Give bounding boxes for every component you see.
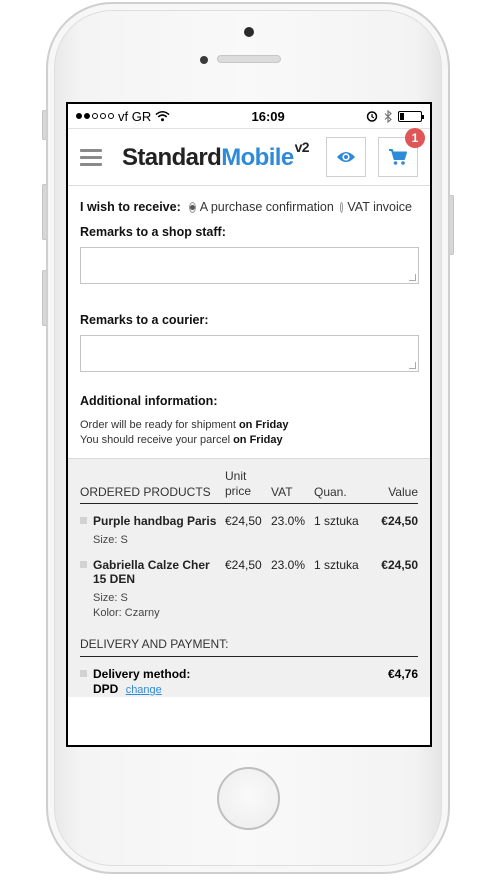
home-button[interactable] — [217, 767, 280, 830]
status-time: 16:09 — [251, 108, 285, 124]
remarks-shop-label: Remarks to a shop staff: — [80, 225, 226, 239]
checkout-form: I wish to receive: A purchase confirmati… — [68, 186, 430, 458]
menu-icon[interactable] — [80, 148, 102, 166]
preview-button[interactable] — [326, 137, 366, 177]
alarm-icon — [366, 111, 378, 122]
table-row: Gabriella Calze Cher 15 DEN Size: S Kolo… — [80, 548, 418, 621]
signal-strength — [76, 113, 114, 119]
quantity: 1 sztuka — [314, 514, 359, 528]
bullet-icon — [80, 670, 87, 677]
col-products: ORDERED PRODUCTS — [80, 485, 211, 499]
eye-icon — [337, 152, 355, 162]
unit-price: €24,50 — [225, 558, 262, 572]
delivery-price: €4,76 — [387, 667, 418, 681]
carrier-name: vf GR — [118, 108, 152, 124]
screen-content: vf GR 16:09 StandardMobilev2 1 I wish to… — [68, 104, 430, 745]
additional-info-heading: Additional information: — [80, 394, 218, 408]
earpiece-speaker — [217, 55, 281, 63]
battery-icon — [397, 110, 424, 122]
front-camera — [244, 27, 254, 37]
radio-label-purchase-confirmation[interactable]: A purchase confirmation — [200, 200, 334, 214]
vat-rate: 23.0% — [271, 558, 306, 572]
remarks-courier-label: Remarks to a courier: — [80, 313, 209, 327]
delivery-row: Delivery method: DPD change €4,76 — [80, 657, 418, 697]
bullet-icon — [80, 517, 87, 524]
proximity-sensor — [200, 56, 208, 64]
vat-rate: 23.0% — [271, 514, 306, 528]
status-bar: vf GR 16:09 — [68, 104, 430, 129]
radio-purchase-confirmation[interactable] — [188, 201, 196, 213]
cart-icon — [389, 149, 407, 165]
line-value: €24,50 — [381, 514, 418, 528]
product-attr: Kolor: Czarny — [93, 607, 160, 619]
col-quantity: Quan. — [314, 485, 347, 499]
col-unit-price: Unit price — [225, 469, 252, 498]
order-summary: ORDERED PRODUCTS Unit price VAT Quan. Va… — [68, 458, 430, 697]
table-row: Purple handbag Paris Size: S €24,50 23.0… — [80, 504, 418, 548]
cart-count-badge: 1 — [405, 128, 425, 148]
col-vat: VAT — [271, 485, 293, 499]
phone-screen: vf GR 16:09 StandardMobilev2 1 I wish to… — [66, 102, 432, 747]
cart-button[interactable]: 1 — [378, 128, 425, 177]
bullet-icon — [80, 561, 87, 568]
brand-logo[interactable]: StandardMobilev2 — [122, 139, 310, 172]
radio-label-vat-invoice[interactable]: VAT invoice — [347, 200, 412, 214]
delivery-method-label: Delivery method: — [93, 667, 191, 681]
delivery-method-value: DPD — [93, 682, 119, 696]
app-header: StandardMobilev2 1 — [68, 128, 430, 186]
delivery-heading: DELIVERY AND PAYMENT: — [80, 637, 418, 657]
receive-label: I wish to receive: — [80, 200, 181, 214]
unit-price: €24,50 — [225, 514, 262, 528]
col-value: Value — [388, 485, 418, 499]
remarks-shop-textarea[interactable] — [80, 247, 419, 284]
product-attr: Size: S — [93, 534, 128, 546]
receive-option-group: I wish to receive: A purchase confirmati… — [80, 200, 418, 214]
quantity: 1 sztuka — [314, 558, 359, 572]
shipment-info: Order will be ready for shipment on Frid… — [80, 419, 289, 446]
line-value: €24,50 — [381, 558, 418, 572]
products-table-header: ORDERED PRODUCTS Unit price VAT Quan. Va… — [80, 469, 418, 504]
bluetooth-icon — [384, 109, 392, 123]
product-attr: Size: S — [93, 592, 128, 604]
product-name: Gabriella Calze Cher 15 DEN — [93, 558, 210, 586]
product-name: Purple handbag Paris — [93, 514, 217, 528]
remarks-courier-textarea[interactable] — [80, 335, 419, 372]
wifi-icon — [155, 111, 170, 122]
change-delivery-link[interactable]: change — [126, 684, 162, 696]
radio-vat-invoice[interactable] — [339, 201, 344, 213]
